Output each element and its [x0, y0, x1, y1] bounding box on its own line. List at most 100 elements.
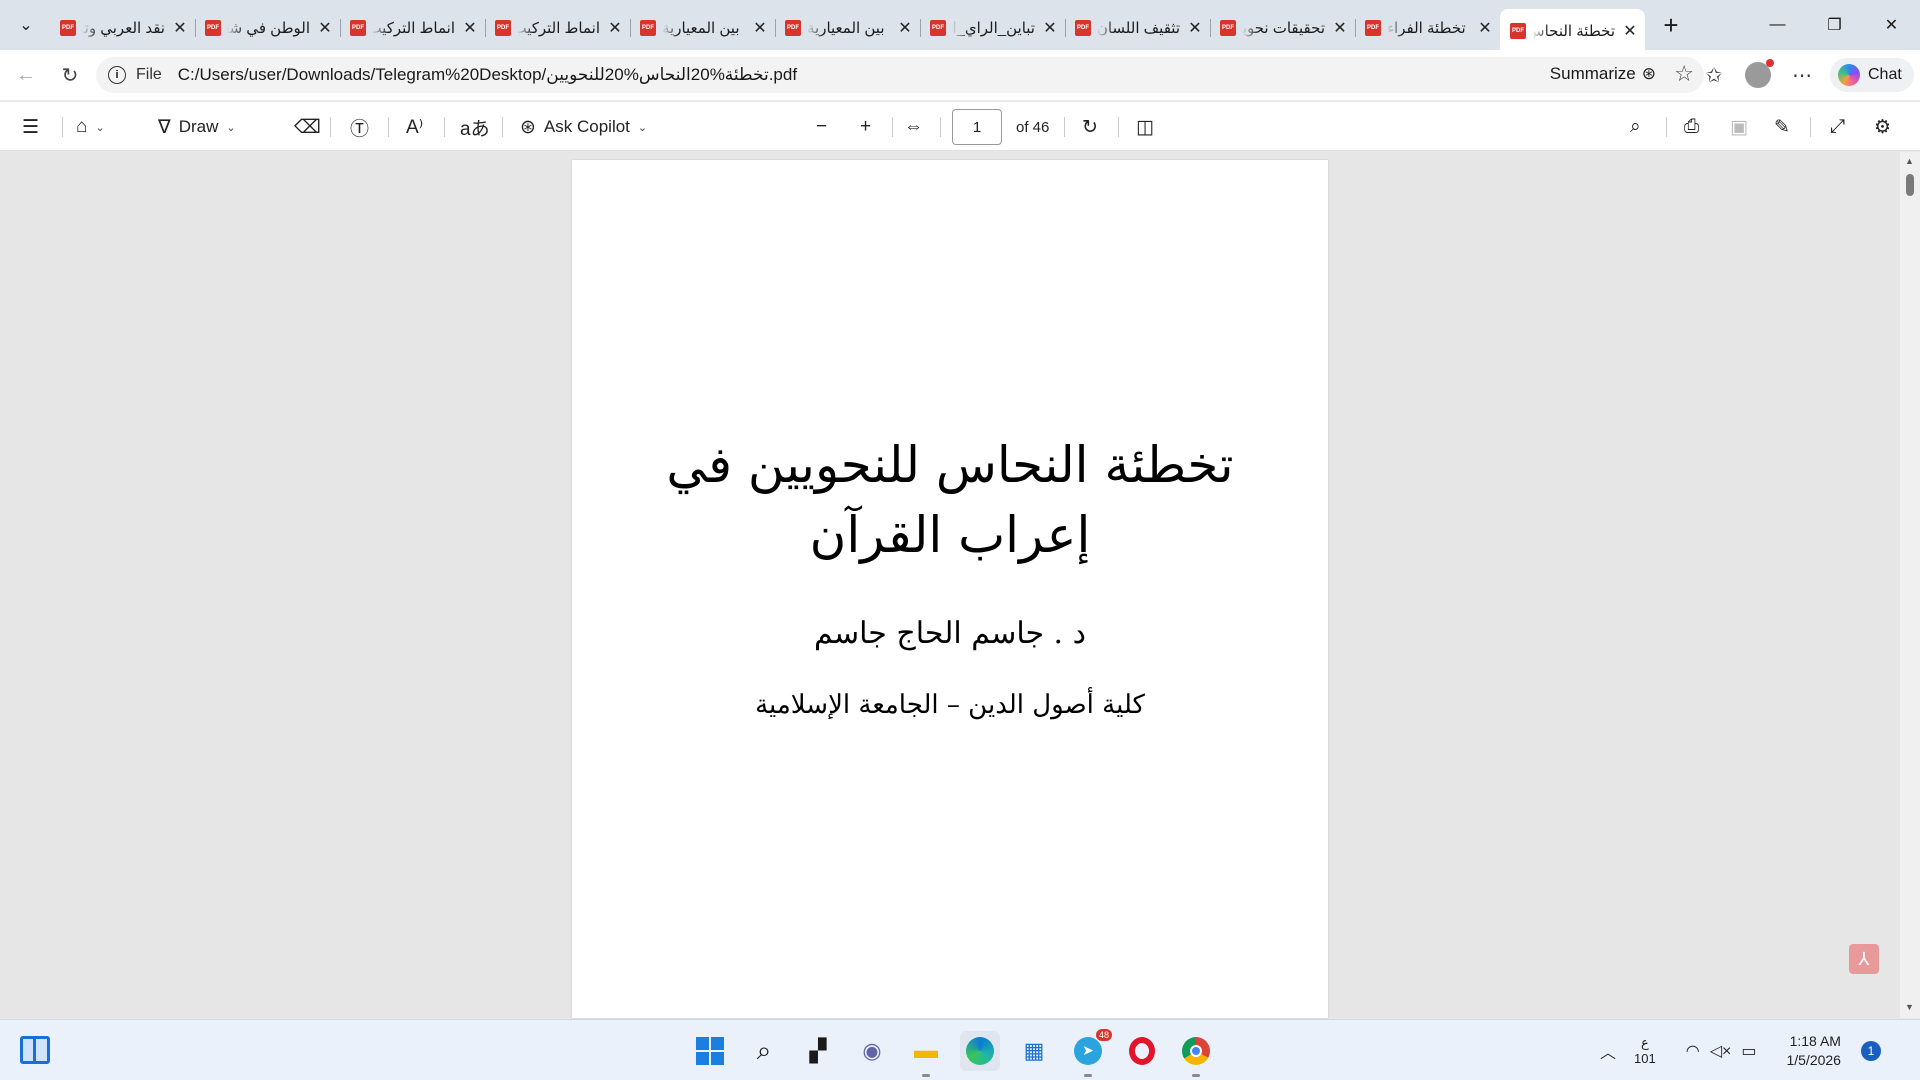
store-button[interactable]: ▦ [1014, 1031, 1054, 1071]
edge-button[interactable] [960, 1030, 1000, 1071]
eraser-icon: ⌫ [294, 116, 321, 138]
chevron-down-icon[interactable]: ⌄ [226, 121, 235, 134]
close-icon[interactable]: ✕ [751, 18, 769, 38]
tab[interactable]: PDF تخطئة الفراء ✕ [1355, 9, 1500, 47]
profile-button[interactable] [1736, 50, 1780, 100]
pdf-icon: PDF [495, 20, 511, 36]
new-tab-button[interactable]: + [1653, 7, 1689, 43]
zoom-out-button[interactable]: − [816, 102, 827, 152]
opera-button[interactable] [1122, 1031, 1162, 1071]
zoom-in-button[interactable]: + [860, 102, 871, 152]
rotate-button[interactable]: ↻ [1082, 102, 1098, 152]
address-bar[interactable]: i File C:/Users/user/Downloads/Telegram%… [96, 57, 1704, 93]
tab-title: تحقيقات نحوية [1242, 20, 1325, 37]
scrollbar-thumb[interactable] [1906, 174, 1914, 196]
pdf-icon: PDF [785, 20, 801, 36]
translate-icon: aあ [460, 118, 490, 140]
find-button[interactable]: ⌕ [1630, 102, 1641, 152]
close-icon[interactable]: ✕ [1621, 21, 1639, 41]
scroll-up-icon[interactable]: ▲ [1905, 156, 1914, 166]
copilot-summarize-icon: ⊛ [1641, 64, 1656, 83]
windows-logo-icon [696, 1036, 724, 1065]
contents-button[interactable]: ☰ [22, 102, 39, 152]
highlight-button[interactable]: ⌂ ⌄ [76, 102, 105, 152]
pdf-icon: PDF [205, 20, 221, 36]
close-icon[interactable]: ✕ [171, 18, 189, 38]
tray-icons[interactable]: ◠ ◁× ▭ [1686, 1041, 1757, 1061]
translate-button[interactable]: aあ [460, 102, 490, 152]
pdf-viewer[interactable]: تخطئة النحاس للنحويين في إعراب القرآن د … [0, 152, 1920, 1018]
tab[interactable]: PDF انماط التركيب ✕ [485, 9, 630, 47]
tab[interactable]: PDF نقد العربي وتوجيه ✕ [50, 9, 195, 47]
tab[interactable]: PDF انماط التركيب ✕ [340, 9, 485, 47]
time-label: 1:18 AM [1789, 1032, 1841, 1049]
tab[interactable]: PDF تباين_الراي_النحوي ✕ [920, 9, 1065, 47]
acrobat-icon[interactable]: ⅄ [1849, 944, 1879, 974]
pdf-page[interactable]: تخطئة النحاس للنحويين في إعراب القرآن د … [572, 160, 1328, 1018]
copilot-chat-button[interactable]: Chat [1830, 58, 1914, 92]
pdf-icon: PDF [1365, 20, 1381, 36]
close-icon[interactable]: ✕ [461, 18, 479, 38]
tab-actions-menu-button[interactable]: ⌄ [8, 7, 44, 43]
info-icon[interactable]: i [108, 66, 126, 84]
start-button[interactable] [690, 1031, 730, 1071]
settings-button[interactable]: ⚙ [1874, 102, 1891, 152]
window-controls: — ❐ ✕ [1749, 0, 1920, 50]
search-button[interactable]: ⌕ [744, 1031, 784, 1071]
read-aloud-button[interactable]: A⁾ [406, 102, 423, 152]
search-icon: ⌕ [756, 1034, 772, 1065]
chrome-button[interactable] [1176, 1031, 1216, 1077]
widgets-icon[interactable] [20, 1036, 50, 1064]
print-button[interactable]: ⎙ [1684, 102, 1699, 152]
chat-icon: ◉ [862, 1037, 882, 1063]
minimize-button[interactable]: — [1749, 0, 1806, 50]
close-icon[interactable]: ✕ [606, 18, 624, 38]
close-icon[interactable]: ✕ [1186, 18, 1204, 38]
chevron-down-icon[interactable]: ⌄ [95, 121, 104, 134]
save-button[interactable]: ▣ [1730, 102, 1748, 152]
divider [1118, 117, 1119, 137]
tab[interactable]: PDF بين المعيارية ✕ [630, 9, 775, 47]
tab[interactable]: PDF تحقيقات نحوية ✕ [1210, 9, 1355, 47]
chevron-up-icon[interactable]: ︿ [1600, 1039, 1616, 1063]
chevron-down-icon[interactable]: ⌄ [638, 121, 647, 134]
close-window-button[interactable]: ✕ [1863, 0, 1920, 50]
close-icon[interactable]: ✕ [316, 18, 334, 38]
file-explorer-button[interactable]: ▬ [906, 1031, 946, 1077]
tab[interactable]: PDF الوطن في شعر ✕ [195, 9, 340, 47]
refresh-button[interactable]: ↻ [52, 57, 88, 93]
date-label: 1/5/2026 [1786, 1051, 1841, 1068]
back-button[interactable]: ← [8, 57, 44, 93]
add-text-button[interactable]: Ⓣ [350, 102, 369, 152]
vertical-scrollbar[interactable]: ▲ ▼ [1900, 152, 1920, 1018]
teams-chat-button[interactable]: ◉ [852, 1031, 892, 1071]
page-number-input[interactable]: 1 [952, 109, 1002, 145]
close-icon[interactable]: ✕ [1476, 18, 1494, 38]
notification-center-badge[interactable]: 1 [1860, 1040, 1881, 1061]
draw-button[interactable]: ∇ Draw ⌄ [158, 102, 236, 152]
ask-copilot-button[interactable]: ⊛ Ask Copilot ⌄ [520, 102, 647, 152]
url-text[interactable]: C:/Users/user/Downloads/Telegram%20Deskt… [178, 65, 797, 85]
more-menu-icon[interactable]: ⋯ [1780, 50, 1824, 100]
summarize-button[interactable]: Summarize ⊛ [1550, 64, 1656, 84]
scroll-down-icon[interactable]: ▼ [1905, 1002, 1914, 1012]
tab[interactable]: PDF بين المعيارية ✕ [775, 9, 920, 47]
restore-button[interactable]: ❐ [1806, 0, 1863, 50]
task-view-button[interactable]: ▞ [798, 1031, 838, 1071]
favorites-icon[interactable]: ✩ [1692, 50, 1736, 100]
close-icon[interactable]: ✕ [1331, 18, 1349, 38]
close-icon[interactable]: ✕ [1041, 18, 1059, 38]
fullscreen-button[interactable]: ⤢ [1830, 102, 1845, 152]
tab-active[interactable]: PDF تخطئة النحاس ✕ [1500, 9, 1645, 53]
erase-button[interactable]: ⌫ [294, 102, 321, 152]
taskbar: ⌕ ▞ ◉ ▬ ▦ ➤ 48 ︿ ع 101 ◠ ◁× ▭ 1:18 AM 1/5… [0, 1019, 1920, 1080]
telegram-button[interactable]: ➤ 48 [1068, 1028, 1112, 1077]
close-icon[interactable]: ✕ [896, 18, 914, 38]
address-toolbar: ← ↻ i File C:/Users/user/Downloads/Teleg… [0, 50, 1920, 100]
save-as-button[interactable]: ✎ [1774, 102, 1790, 152]
fit-to-width-button[interactable]: ⇔ [904, 102, 923, 152]
page-view-button[interactable]: ◫ [1136, 102, 1154, 152]
tab[interactable]: PDF تثقيف اللسان ✕ [1065, 9, 1210, 47]
language-indicator[interactable]: ع 101 [1634, 1035, 1656, 1067]
clock[interactable]: 1:18 AM 1/5/2026 [1786, 1032, 1841, 1070]
